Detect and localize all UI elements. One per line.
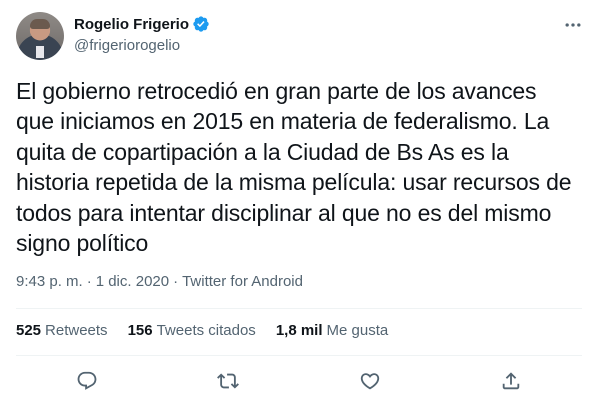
reply-button[interactable]	[72, 366, 102, 396]
reply-icon	[77, 371, 97, 390]
meta-separator: ·	[86, 273, 92, 290]
author-display-name[interactable]: Rogelio Frigerio	[74, 16, 189, 33]
likes-label: Me gusta	[326, 322, 389, 339]
tweet-meta: 9:43 p. m. · 1 dic. 2020 · Twitter for A…	[16, 272, 303, 292]
divider	[16, 355, 582, 356]
share-button[interactable]	[496, 366, 526, 396]
more-icon[interactable]	[562, 14, 584, 36]
action-bar	[16, 366, 582, 396]
share-icon	[503, 372, 520, 390]
retweets-label: Retweets	[45, 322, 108, 339]
avatar[interactable]	[16, 12, 64, 60]
likes-stat[interactable]: 1,8 mil Me gusta	[276, 321, 388, 341]
author-block: Rogelio Frigerio @frigeriorogelio	[74, 14, 210, 56]
like-button[interactable]	[355, 366, 385, 396]
retweet-icon	[217, 373, 240, 389]
tweet-card: Rogelio Frigerio @frigeriorogelio El gob…	[0, 0, 598, 404]
quotes-stat[interactable]: 156 Tweets citados	[128, 321, 256, 341]
retweet-button[interactable]	[213, 366, 243, 396]
tweet-time[interactable]: 9:43 p. m.	[16, 272, 83, 292]
tweet-date[interactable]: 1 dic. 2020	[96, 272, 169, 292]
tweet-source[interactable]: Twitter for Android	[182, 272, 303, 292]
tweet-stats: 525 Retweets 156 Tweets citados 1,8 mil …	[16, 321, 408, 341]
likes-count: 1,8 mil	[275, 322, 323, 339]
tweet-text: El gobierno retrocedió en gran parte de …	[16, 78, 572, 257]
divider	[16, 308, 582, 309]
quotes-label: Tweets citados	[156, 322, 256, 339]
verified-badge-icon	[192, 15, 210, 33]
author-handle[interactable]: @frigeriorogelio	[74, 36, 210, 56]
like-icon	[360, 373, 379, 390]
name-row: Rogelio Frigerio	[74, 14, 210, 34]
meta-separator: ·	[173, 273, 179, 290]
retweets-stat[interactable]: 525 Retweets	[16, 321, 108, 341]
quotes-count: 156	[127, 322, 153, 339]
retweets-count: 525	[16, 322, 42, 339]
